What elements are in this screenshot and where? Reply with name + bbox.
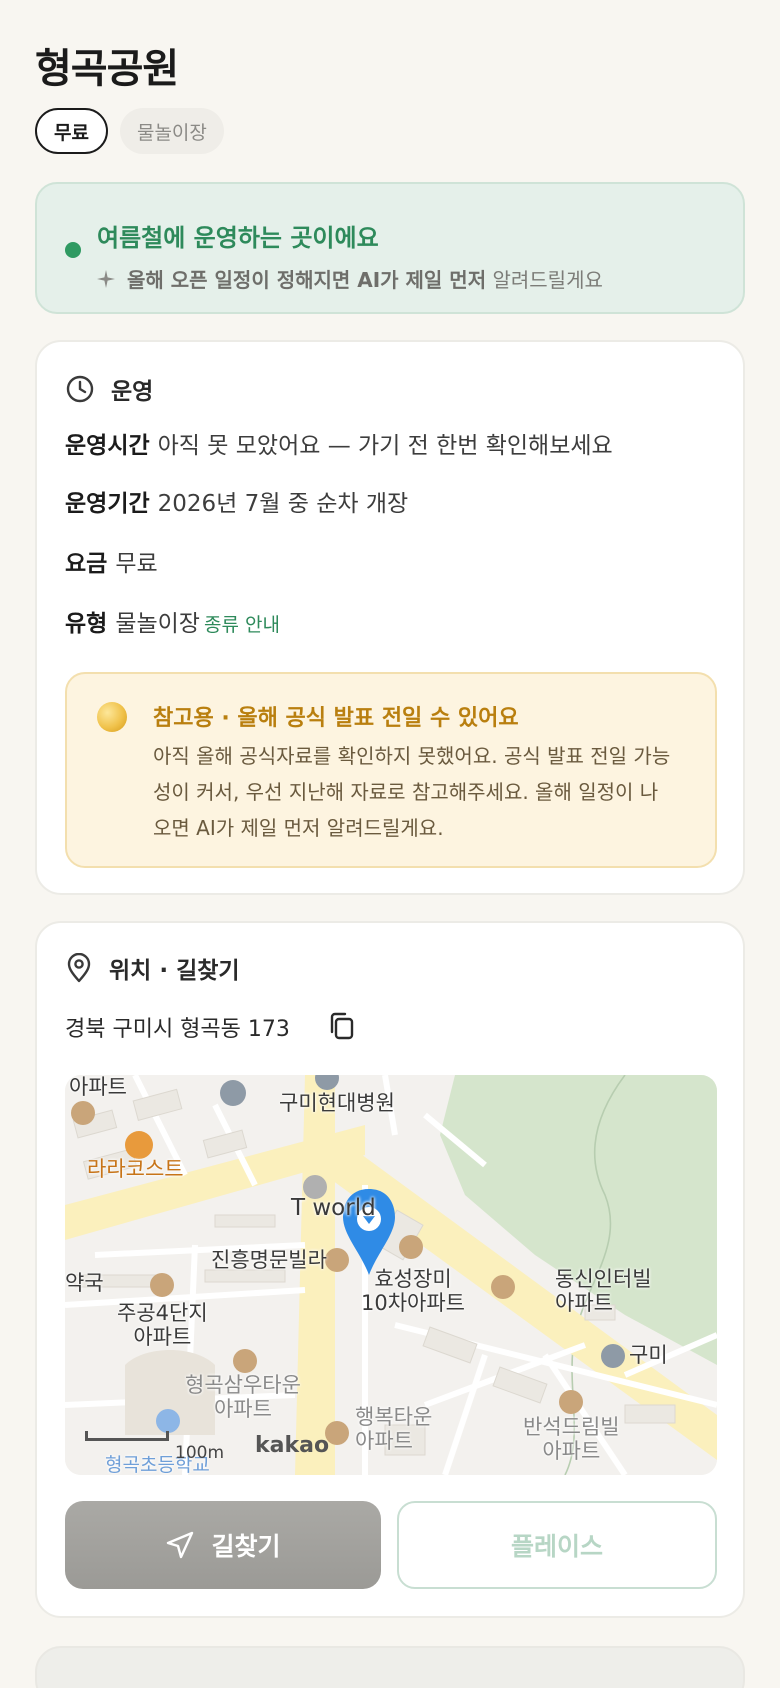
status-dot: [65, 242, 81, 258]
map-label-hospital: 구미현대병원: [279, 1091, 395, 1115]
map-provider-logo: kakao: [255, 1433, 330, 1458]
row-fee-value: 무료: [115, 551, 158, 577]
map-label-samwoo-1: 형곡삼우타운: [185, 1373, 301, 1397]
summer-banner-sub-rest: 알려드릴게요: [492, 268, 603, 292]
map-scale-bar: [85, 1431, 169, 1441]
place-button[interactable]: 플레이스: [397, 1501, 717, 1589]
action-buttons: 길찾기 플레이스: [65, 1501, 717, 1589]
location-header: 위치 · 길찾기: [65, 951, 240, 985]
pin-icon: [67, 953, 91, 983]
map-label-hyosung-2: 10차아파트: [361, 1291, 466, 1316]
map-label-apt-top: 아파트: [69, 1075, 127, 1099]
chip-free[interactable]: 무료: [35, 108, 108, 154]
map-label-samwoo: 형곡삼우타운 아파트: [185, 1373, 301, 1421]
map-label-haengbok: 행복타운 아파트: [355, 1405, 432, 1453]
map-label-bansuk: 반석드림빌 아파트: [523, 1415, 620, 1463]
row-type-value: 물놀이장: [115, 611, 200, 637]
summer-banner-sub-bold: 올해 오픈 일정이 정해지면 AI가 제일 먼저: [127, 268, 487, 292]
reference-notice: 참고용 · 올해 공식 발표 전일 수 있어요 아직 올해 공식자료를 확인하지…: [65, 672, 717, 868]
place-label: 플레이스: [510, 1532, 603, 1561]
row-type: 유형 물놀이장 종류 안내: [65, 604, 280, 638]
tag-chips: 무료 물놀이장: [35, 108, 224, 154]
clock-icon: [66, 375, 94, 403]
map-label-jugong-1: 주공4단지: [117, 1301, 208, 1325]
map-label-pharmacy: 약국: [65, 1271, 104, 1295]
map-label-restaurant: 라라코스트: [87, 1157, 184, 1181]
row-period: 운영기간 2026년 7월 중 순차 개장: [65, 484, 408, 518]
next-card: [35, 1646, 745, 1688]
map-label-samwoo-2: 아파트: [213, 1397, 272, 1422]
row-period-value: 2026년 7월 중 순차 개장: [157, 491, 409, 517]
location-map[interactable]: 아파트 구미현대병원 라라코스트 T world 진흥명문빌라 약국 효성장미 1…: [65, 1075, 717, 1475]
row-hours: 운영시간 아직 못 모았어요 — 가기 전 한번 확인해보세요: [65, 426, 613, 460]
map-label-dongsin-1: 동신인터빌: [555, 1267, 652, 1291]
map-label-haengbok-1: 행복타운: [355, 1405, 433, 1429]
map-label-gumi: 구미: [629, 1343, 668, 1367]
directions-label: 길찾기: [211, 1532, 281, 1561]
operation-header: 운영: [65, 372, 153, 406]
summer-banner: 여름철에 운영하는 곳이에요 올해 오픈 일정이 정해지면 AI가 제일 먼저 …: [35, 182, 745, 314]
map-label-jugong-2: 아파트: [133, 1325, 192, 1350]
notice-title: 참고용 · 올해 공식 발표 전일 수 있어요: [153, 706, 519, 731]
row-hours-value: 아직 못 모았어요 — 가기 전 한번 확인해보세요: [157, 433, 613, 459]
summer-banner-sub: 올해 오픈 일정이 정해지면 AI가 제일 먼저 알려드릴게요: [97, 264, 603, 293]
map-label-bansuk-1: 반석드림빌: [523, 1415, 620, 1439]
directions-button[interactable]: 길찾기: [65, 1501, 381, 1589]
row-hours-key: 운영시간: [65, 433, 150, 459]
map-label-dongsin-2: 아파트: [555, 1291, 613, 1316]
operation-title: 운영: [111, 379, 154, 405]
navigation-icon: [167, 1531, 194, 1559]
map-label-villa: 진흥명문빌라: [211, 1248, 327, 1272]
map-label-haengbok-2: 아파트: [355, 1429, 413, 1454]
row-fee: 요금 무료: [65, 544, 158, 578]
copy-icon[interactable]: [327, 1011, 355, 1041]
map-label-tworld: T world: [291, 1195, 376, 1221]
chip-water-play[interactable]: 물놀이장: [119, 108, 224, 154]
page-title: 형곡공원: [35, 46, 179, 92]
row-fee-key: 요금: [65, 551, 108, 577]
notice-body: 아직 올해 공식자료를 확인하지 못했어요. 공식 발표 전일 가능성이 커서,…: [153, 744, 671, 840]
map-label-bansuk-2: 아파트: [542, 1439, 601, 1464]
location-card: 위치 · 길찾기 경북 구미시 형곡동 173 아파트 구미현대병원 라라코스트…: [35, 921, 745, 1618]
operation-card: 운영 운영시간 아직 못 모았어요 — 가기 전 한번 확인해보세요 운영기간 20…: [35, 340, 745, 895]
type-guide-link[interactable]: 종류 안내: [204, 614, 280, 636]
map-label-hyosung: 효성장미 10차아파트: [361, 1267, 465, 1315]
sparkle-icon: [97, 269, 115, 288]
map-label-dongsin: 동신인터빌 아파트: [555, 1267, 652, 1315]
map-scale: 100m: [175, 1443, 225, 1463]
row-period-key: 운영기간: [65, 491, 150, 517]
summer-banner-title: 여름철에 운영하는 곳이에요: [97, 224, 379, 252]
location-title: 위치 · 길찾기: [109, 958, 240, 984]
coin-icon: [97, 702, 127, 732]
map-label-jugong: 주공4단지 아파트: [117, 1301, 208, 1349]
map-label-hyosung-1: 효성장미: [374, 1267, 452, 1291]
row-type-key: 유형: [65, 611, 108, 637]
address: 경북 구미시 형곡동 173: [65, 1017, 290, 1042]
